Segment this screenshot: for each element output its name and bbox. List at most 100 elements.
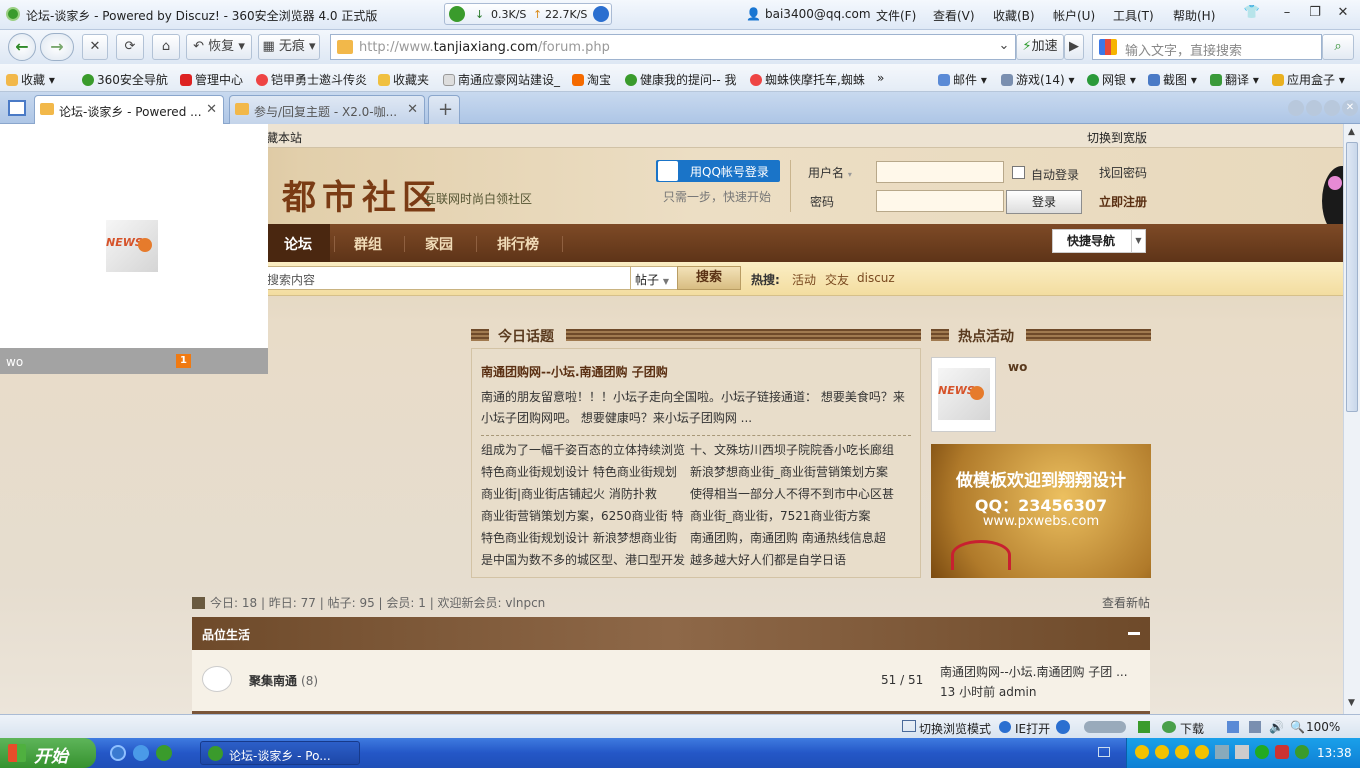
quick-nav-button[interactable]: 快捷导航 ▼ [1052,229,1146,253]
scroll-thumb[interactable] [1346,142,1358,412]
today-link[interactable]: 十、文殊坊川西坝子院院香小吃长廊组 [690,441,894,458]
forum-search-button[interactable]: 搜索 [677,266,741,290]
tab-forum[interactable]: 论坛-谈家乡 - Powered ... ✕ [34,95,224,124]
ie-icon[interactable] [593,6,609,22]
today-link[interactable]: 商业街|商业街店铺起火 消防扑救 [481,485,657,502]
fav-nantong[interactable]: 南通应豪网站建设_ [443,71,560,88]
fav-screenshot[interactable]: 截图 ▾ [1148,71,1197,88]
ad-banner[interactable]: 做模板欢迎到翔翔设计 QQ：23456307 www.pxwebs.com [931,444,1151,578]
password-input[interactable] [876,190,1004,212]
browser-quicklaunch-icon[interactable] [133,745,149,761]
addon-icon[interactable] [1138,721,1150,733]
today-link[interactable]: 南通团购，南通团购 南通热线信息超 [690,529,886,546]
user-email[interactable]: bai3400@qq.com [765,7,871,21]
print-icon[interactable] [1249,721,1261,733]
activity-avatar[interactable]: NEWS [931,357,996,432]
today-link[interactable]: 组成为了一幅千姿百态的立体持续浏览 [481,441,685,458]
address-bar[interactable]: http://www.tanjiaxiang.com/forum.php [330,34,1016,60]
traceless-button[interactable]: ▦ 无痕 ▾ [258,34,320,60]
url-dropdown-icon[interactable]: ⌄ [992,34,1016,60]
today-link[interactable]: 是中国为数不多的城区型、港口型开发 [481,551,685,568]
qq-tray-icon[interactable] [1195,745,1209,759]
switch-mode-button[interactable]: 切换浏览模式 [919,720,991,737]
search-type-select[interactable]: 帖子 ▼ [630,266,678,290]
volume-tray-icon[interactable] [1235,745,1249,759]
accelerate-button[interactable]: ⚡加速 [1016,34,1064,60]
today-link[interactable]: 特色商业街规划设计 特色商业街规划 [481,463,677,480]
hot-term-activity[interactable]: 活动 [792,271,816,288]
tab-list-icon[interactable] [1324,100,1340,116]
login-button[interactable]: 登录 [1006,190,1082,214]
menu-view[interactable]: 查看(V) [933,7,975,24]
close-all-tabs-icon[interactable]: ✕ [1342,100,1358,116]
fav-bank[interactable]: 网银 ▾ [1087,71,1136,88]
menu-account[interactable]: 帐户(U) [1053,7,1095,24]
user-popup[interactable]: NEWS wo 1 [0,124,268,374]
scroll-down-icon[interactable]: ▼ [1348,698,1355,708]
start-button[interactable]: 开始 [0,738,96,768]
fav-games[interactable]: 游戏(14) ▾ [1001,71,1074,88]
qq-tray-icon[interactable] [1135,745,1149,759]
menu-help[interactable]: 帮助(H) [1173,7,1215,24]
qq-login-button[interactable]: 用QQ帐号登录 [656,160,780,182]
tab-close-icon[interactable]: ✕ [206,102,217,117]
stop-icon[interactable]: ✕ [82,34,108,60]
register-link[interactable]: 立即注册 [1099,193,1147,210]
refresh-icon[interactable]: ⟳ [116,34,144,60]
site-logo[interactable]: 都市社区 [282,170,442,219]
speed-indicator[interactable]: ↓ 0.3K/S ↑ 22.7K/S [444,3,612,25]
last-post-title[interactable]: 南通团购网--小坛.南通团购 子团 ... [940,665,1128,679]
fav-folder[interactable]: 收藏夹 [378,71,429,88]
new-tab-icon[interactable]: + [428,95,460,124]
back-icon[interactable]: ← [8,33,36,61]
search-icon[interactable]: ⌕ [1322,34,1354,60]
forum-search-input[interactable]: 搜索内容 [266,266,632,290]
tab-scroll-right-icon[interactable] [1306,100,1322,116]
nav-forum[interactable]: 论坛 [284,234,312,254]
network-icon[interactable] [1215,745,1229,759]
volume-icon[interactable]: 🔊 [1269,720,1284,734]
search-input[interactable]: 输入文字，直接搜索 [1092,34,1322,60]
popup-user[interactable]: wo [6,355,23,369]
fav-armor[interactable]: 铠甲勇士邀斗传炎 [256,71,367,88]
tab-close-icon[interactable]: ✕ [407,102,418,117]
fav-collect[interactable]: 收藏 ▾ [6,71,55,88]
go-icon[interactable]: ▶ [1064,34,1084,60]
fav-360-nav[interactable]: 360安全导航 [82,71,168,88]
today-link[interactable]: 商业街营销策划方案，6250商业街 特 [481,507,683,524]
username-input[interactable] [876,161,1004,183]
fav-mail[interactable]: 邮件 ▾ [938,71,987,88]
forum-name[interactable]: 聚集南通 (8) [249,672,318,689]
home-icon[interactable]: ⌂ [152,34,180,60]
menu-file[interactable]: 文件(F) [876,7,916,24]
nav-home[interactable]: 家园 [425,234,453,254]
today-link[interactable]: 越多越大好人们都是自学日语 [690,551,846,568]
fav-admin[interactable]: 管理中心 [180,71,243,88]
today-link[interactable]: 特色商业街规划设计 新浪梦想商业街 [481,529,677,546]
scroll-up-icon[interactable]: ▲ [1348,127,1355,137]
fav-spider[interactable]: 蜘蛛侠摩托车,蜘蛛 [750,71,865,88]
fav-taobao[interactable]: 淘宝 [572,71,611,88]
view-new-posts-link[interactable]: 查看新帖 [1102,594,1150,611]
fav-translate[interactable]: 翻译 ▾ [1210,71,1259,88]
hot-term-friends[interactable]: 交友 [825,271,849,288]
close-icon[interactable]: ✕ [1334,5,1352,21]
fav-more-icon[interactable]: » [877,71,884,85]
username-label[interactable]: 用户名 ▾ [808,164,852,181]
download-button[interactable]: 下载 [1180,720,1204,737]
fav-appbox[interactable]: 应用盒子 ▾ [1272,71,1345,88]
today-link[interactable]: 使得相当一部分人不得不到市中心区甚 [690,485,894,502]
taskbar-app-button[interactable]: 论坛-谈家乡 - Po... [200,741,360,765]
keyboard-icon[interactable] [1098,747,1110,757]
qq-tray-icon[interactable] [1175,745,1189,759]
bookmark-site-link[interactable]: 藏本站 [266,129,302,146]
ie-open-button[interactable]: IE打开 [1015,720,1050,737]
forward-icon[interactable]: → [40,33,74,61]
hot-term-discuz[interactable]: discuz [857,271,895,285]
skin-icon[interactable]: 👕 [1243,5,1261,21]
qq-tray-icon[interactable] [1155,745,1169,759]
tab-reply[interactable]: 参与/回复主题 - X2.0-咖... ✕ [229,95,425,124]
menu-tools[interactable]: 工具(T) [1113,7,1154,24]
360-tray-icon[interactable] [1295,745,1309,759]
menu-favorites[interactable]: 收藏(B) [993,7,1035,24]
